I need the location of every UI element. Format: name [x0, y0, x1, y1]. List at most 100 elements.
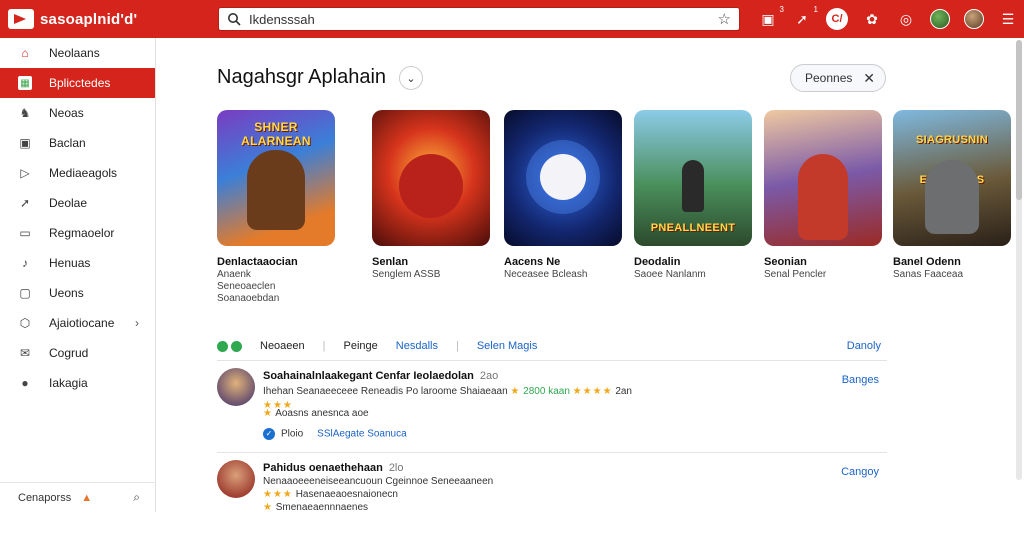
- sidebar-item-label: Ueons: [49, 286, 84, 300]
- books-icon: ▷: [20, 166, 30, 180]
- sidebar-item-label: Baclan: [49, 136, 86, 150]
- list-item[interactable]: Pahidus oenaethehaan 2lo Nenaaoeeeneiseea…: [217, 456, 887, 536]
- sidebar-item-label: Bplicctedes: [49, 76, 111, 90]
- list-item-line: ★★★ Hasenaeaoesnaionecn: [263, 489, 398, 500]
- app-title: Aacens Ne: [504, 256, 561, 268]
- app-card[interactable]: SHNER ALARNEAN Denlactaaocian Anaenk Sen…: [217, 110, 341, 304]
- sidebar-item-label: Iakagia: [49, 376, 88, 390]
- avatar-secondary[interactable]: [930, 9, 950, 29]
- sidebar-item-label: Neoas: [49, 106, 84, 120]
- list-item-action[interactable]: Banges: [842, 374, 879, 386]
- divider: |: [322, 340, 326, 352]
- app-thumbnail[interactable]: [764, 110, 882, 246]
- help-icon[interactable]: ◎: [896, 9, 916, 29]
- notification-badge: 3: [779, 5, 784, 14]
- character-art: [798, 154, 848, 240]
- tabs-right-link[interactable]: Danoly: [847, 340, 881, 352]
- sidebar-item-label: Ajaiotiocane: [49, 316, 115, 330]
- app-subtitle-part: ASSB: [413, 269, 441, 280]
- chevron-down-icon[interactable]: ⌄: [399, 66, 423, 90]
- tab-second[interactable]: Peinge: [344, 340, 378, 352]
- sidebar-item-categories[interactable]: ⬡ Ajaiotiocane ›: [0, 308, 155, 338]
- list-item-count: 2lo: [388, 462, 404, 474]
- list-item-text: Ihehan Seanaeeceee Reneadis Po laroome S…: [263, 386, 508, 397]
- app-title: Denlactaaocian: [217, 256, 298, 268]
- sidebar-item-library[interactable]: ▭ Regmaoelor: [0, 218, 155, 248]
- menu-icon[interactable]: ☰: [998, 9, 1018, 29]
- thumbnail-banner: PNEALLNEENT: [650, 222, 736, 234]
- account-circle-icon[interactable]: C/: [826, 8, 848, 30]
- tab-link[interactable]: Nesdalls: [396, 340, 438, 352]
- search-bar[interactable]: Ikdensssah ☆: [218, 7, 740, 31]
- sidebar-item-books[interactable]: ▷ Mediaeagols: [0, 158, 155, 188]
- app-thumbnail[interactable]: [504, 110, 622, 246]
- sidebar-footer[interactable]: Cenaporss ▲ ⌕: [0, 482, 156, 512]
- close-icon[interactable]: ✕: [863, 70, 875, 87]
- rating-stars-icon: ★: [510, 386, 521, 397]
- green-dot-icon: [231, 340, 242, 352]
- share-badge: 1: [813, 5, 818, 14]
- sidebar-item-label: Neolaans: [49, 46, 100, 60]
- sidebar-item-apps[interactable]: ▦ Bplicctedes: [0, 68, 155, 98]
- status-dots: [217, 340, 242, 352]
- character-art: [925, 160, 979, 234]
- app-thumbnail[interactable]: [372, 110, 490, 246]
- sidebar-item-account[interactable]: ● Iakagia: [0, 368, 155, 398]
- bookmark-star-icon[interactable]: ☆: [718, 10, 731, 28]
- sidebar-item-games[interactable]: ♞ Neoas: [0, 98, 155, 128]
- app-thumbnail[interactable]: SHNER ALARNEAN: [217, 110, 335, 246]
- apps-icon: ▦: [18, 76, 32, 90]
- list-item-tag: ✓ Ploio SSlAegate Soanuca: [263, 428, 407, 440]
- rating-stars-icon: ★: [263, 408, 273, 419]
- list-item[interactable]: Soahainalnlaakegant Cenfar Ieolaedolan 2a…: [217, 364, 887, 444]
- app-subtitle: Senglem ASSB: [372, 269, 496, 280]
- tag-label: Ploio: [281, 428, 304, 440]
- app-card[interactable]: Aacens Ne Neceasee Bcleash: [504, 110, 628, 280]
- list-item-line: ★ Smenaeaennnaenes: [263, 502, 368, 513]
- filter-tabs: Neoaeen | Peinge Nesdalls | Selen Magis …: [217, 332, 887, 360]
- sidebar-item-label: Regmaoelor: [49, 226, 115, 240]
- top-actions: ▣ 3 ➚ 1 C/ ✿ ◎ ☰: [758, 0, 1018, 38]
- sidebar-item-movies[interactable]: ▣ Baclan: [0, 128, 155, 158]
- app-thumbnail[interactable]: PNEALLNEENT: [634, 110, 752, 246]
- share-icon[interactable]: ➚ 1: [792, 5, 818, 29]
- home-icon: ⌂: [21, 46, 29, 60]
- app-logo[interactable]: sasoaplnid'd': [0, 9, 210, 29]
- app-card[interactable]: Senlan Senglem ASSB: [372, 110, 496, 280]
- app-subtitle: Seneoaeclen: [217, 281, 276, 292]
- notification-icon[interactable]: ▣ 3: [758, 5, 784, 29]
- sidebar-item-tv[interactable]: ▢ Ueons: [0, 278, 155, 308]
- search-input[interactable]: Ikdensssah: [249, 12, 718, 27]
- app-card[interactable]: SIAGRUSNIN EAUGSRNS Banel Odenn Sanas Fa…: [893, 110, 1017, 280]
- sidebar-item-home[interactable]: ⌂ Neolaans: [0, 38, 155, 68]
- app-title: Banel Odenn: [893, 256, 961, 268]
- list-item-action[interactable]: Cangoy: [841, 466, 879, 478]
- sidebar-item-music[interactable]: ♪ Henuas: [0, 248, 155, 278]
- mail-icon: ✉: [19, 346, 31, 360]
- sidebar-item-label: Mediaeagols: [49, 166, 118, 180]
- tag-link[interactable]: SSlAegate Soanuca: [317, 429, 407, 440]
- character-art: [247, 150, 305, 230]
- app-subtitle-part: Bcleash: [551, 269, 588, 280]
- app-card[interactable]: PNEALLNEENT Deodalin Saoee Nanlanm: [634, 110, 758, 280]
- sidebar-item-trending[interactable]: ➚ Deolae: [0, 188, 155, 218]
- app-subtitle: Soanaoebdan: [217, 293, 280, 304]
- sidebar: ⌂ Neolaans ▦ Bplicctedes ♞ Neoas ▣ Baclan ▷ M…: [0, 38, 156, 512]
- app-subtitle: Senal Pencler: [764, 269, 827, 280]
- sidebar-footer-label: Cenaporss: [18, 491, 72, 504]
- tv-icon: ▢: [19, 286, 31, 300]
- settings-icon[interactable]: ✿: [862, 9, 882, 29]
- search-icon[interactable]: ⌕: [133, 490, 140, 505]
- tab-link[interactable]: Selen Magis: [477, 340, 538, 352]
- app-thumbnail[interactable]: SIAGRUSNIN EAUGSRNS: [893, 110, 1011, 246]
- tab-first[interactable]: Neoaeen: [260, 340, 305, 352]
- list-item-count: 2ao: [479, 370, 499, 382]
- avatar[interactable]: [964, 9, 984, 29]
- app-card[interactable]: Seonian Senal Pencler: [764, 110, 888, 280]
- list-item-text: Nenaaoeeeneiseeancuoun Cgeinnoe Seneeaan…: [263, 476, 494, 487]
- app-title: Senlan: [372, 256, 409, 268]
- divider: [217, 360, 887, 361]
- filter-chip[interactable]: Peonnes ✕: [790, 64, 886, 92]
- sidebar-item-mail[interactable]: ✉ Cogrud: [0, 338, 155, 368]
- account-icon: ●: [21, 376, 29, 390]
